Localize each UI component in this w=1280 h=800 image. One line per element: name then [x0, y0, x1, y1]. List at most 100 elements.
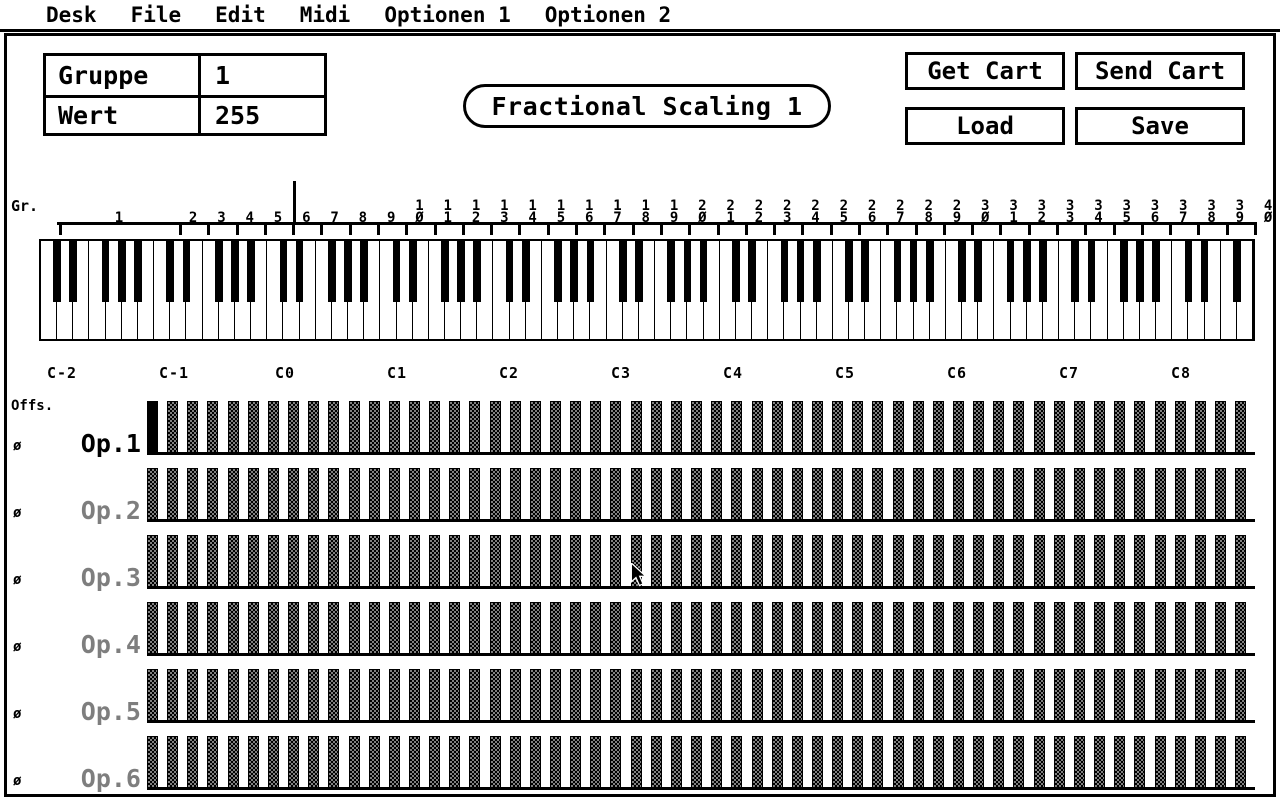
- scaling-bar[interactable]: [892, 401, 904, 455]
- scaling-bar[interactable]: [932, 535, 944, 589]
- black-key[interactable]: [391, 241, 402, 302]
- scaling-bar[interactable]: [1134, 535, 1146, 589]
- black-key[interactable]: [133, 241, 143, 302]
- black-key[interactable]: [553, 241, 563, 302]
- scaling-bar[interactable]: [1154, 736, 1166, 790]
- scaling-bar[interactable]: [953, 468, 964, 522]
- scaling-bar[interactable]: [852, 468, 864, 522]
- scaling-bar[interactable]: [731, 736, 743, 790]
- scaling-bar[interactable]: [590, 736, 602, 790]
- scaling-bar[interactable]: [650, 535, 662, 589]
- black-key[interactable]: [1183, 241, 1194, 302]
- scaling-bar[interactable]: [388, 669, 400, 723]
- scaling-bar[interactable]: [1214, 535, 1226, 589]
- scaling-bar[interactable]: [509, 468, 521, 522]
- scaling-bar[interactable]: [489, 535, 501, 589]
- scaling-bar[interactable]: [791, 736, 803, 790]
- scaling-bar[interactable]: [348, 602, 360, 656]
- scaling-bar[interactable]: [1154, 468, 1166, 522]
- scaling-bar[interactable]: [1094, 401, 1106, 455]
- operator-offset-value[interactable]: ø: [13, 439, 21, 453]
- scaling-bar[interactable]: [1235, 602, 1247, 656]
- scaling-bar[interactable]: [953, 602, 964, 656]
- scaling-bar[interactable]: [832, 736, 844, 790]
- scaling-bar[interactable]: [610, 535, 622, 589]
- scaling-bar[interactable]: [711, 602, 723, 656]
- scaling-bar[interactable]: [167, 736, 179, 790]
- scaling-bar[interactable]: [771, 535, 783, 589]
- scaling-bar[interactable]: [1174, 669, 1186, 723]
- scaling-bar[interactable]: [469, 669, 481, 723]
- scaling-bar[interactable]: [348, 468, 360, 522]
- scaling-bar[interactable]: [1013, 401, 1025, 455]
- black-key[interactable]: [731, 241, 741, 302]
- scaling-bar[interactable]: [429, 602, 441, 656]
- scaling-bar[interactable]: [993, 736, 1005, 790]
- scaling-bar[interactable]: [711, 468, 723, 522]
- scaling-bar[interactable]: [267, 602, 279, 656]
- load-button[interactable]: Load: [905, 107, 1065, 145]
- scaling-bar[interactable]: [771, 602, 783, 656]
- scaling-bar[interactable]: [1053, 468, 1065, 522]
- black-key[interactable]: [181, 241, 192, 302]
- scaling-bar[interactable]: [751, 401, 763, 455]
- black-key[interactable]: [1070, 241, 1081, 302]
- scaling-bar[interactable]: [429, 736, 441, 790]
- scaling-bar[interactable]: [288, 669, 300, 723]
- scaling-bar[interactable]: [429, 468, 441, 522]
- scaling-bar[interactable]: [570, 669, 582, 723]
- scaling-bar[interactable]: [147, 669, 158, 723]
- scaling-bar[interactable]: [570, 401, 582, 455]
- scaling-bar[interactable]: [1194, 401, 1206, 455]
- scaling-bar[interactable]: [529, 535, 541, 589]
- scaling-bar[interactable]: [852, 602, 864, 656]
- scaling-bar[interactable]: [872, 468, 884, 522]
- scaling-bar[interactable]: [227, 669, 239, 723]
- scaling-bar[interactable]: [993, 535, 1005, 589]
- scaling-bar[interactable]: [791, 535, 803, 589]
- black-key[interactable]: [924, 241, 935, 302]
- scaling-bar[interactable]: [811, 736, 823, 790]
- scaling-bar[interactable]: [932, 602, 944, 656]
- scaling-bar[interactable]: [1154, 535, 1166, 589]
- scaling-bar[interactable]: [1174, 535, 1186, 589]
- scaling-bar[interactable]: [811, 401, 823, 455]
- scaling-bar[interactable]: [1073, 535, 1085, 589]
- scaling-bar[interactable]: [267, 736, 279, 790]
- scaling-bar[interactable]: [852, 736, 864, 790]
- scaling-bar[interactable]: [469, 401, 481, 455]
- scaling-bar[interactable]: [187, 535, 199, 589]
- black-key[interactable]: [407, 241, 418, 302]
- scaling-bar[interactable]: [610, 602, 622, 656]
- scaling-bar[interactable]: [1194, 535, 1206, 589]
- scaling-bar[interactable]: [973, 401, 985, 455]
- scaling-bar[interactable]: [872, 535, 884, 589]
- scaling-bar[interactable]: [993, 468, 1005, 522]
- scaling-bar[interactable]: [1013, 535, 1025, 589]
- scaling-bar[interactable]: [1013, 468, 1025, 522]
- scaling-bar[interactable]: [308, 669, 320, 723]
- scaling-bar[interactable]: [993, 669, 1005, 723]
- scaling-bar[interactable]: [852, 401, 864, 455]
- scaling-bar[interactable]: [832, 468, 844, 522]
- scaling-bar[interactable]: [368, 736, 380, 790]
- scaling-bar[interactable]: [328, 535, 340, 589]
- scaling-bar[interactable]: [912, 602, 924, 656]
- scaling-bar[interactable]: [368, 401, 380, 455]
- scaling-bar[interactable]: [1214, 468, 1226, 522]
- scaling-bar[interactable]: [1235, 401, 1247, 455]
- black-key[interactable]: [1151, 241, 1161, 302]
- scaling-bar[interactable]: [1214, 401, 1226, 455]
- send-cart-button[interactable]: Send Cart: [1075, 52, 1245, 90]
- scaling-bar[interactable]: [1033, 401, 1045, 455]
- operator-bar-graph[interactable]: [147, 458, 1255, 522]
- scaling-bar[interactable]: [368, 468, 380, 522]
- scaling-bar[interactable]: [731, 602, 743, 656]
- scaling-bar[interactable]: [227, 468, 239, 522]
- scaling-bar[interactable]: [227, 736, 239, 790]
- scaling-bar[interactable]: [932, 468, 944, 522]
- scaling-bar[interactable]: [529, 401, 541, 455]
- scaling-bar[interactable]: [368, 669, 380, 723]
- scaling-bar[interactable]: [1154, 602, 1166, 656]
- scaling-bar[interactable]: [973, 736, 985, 790]
